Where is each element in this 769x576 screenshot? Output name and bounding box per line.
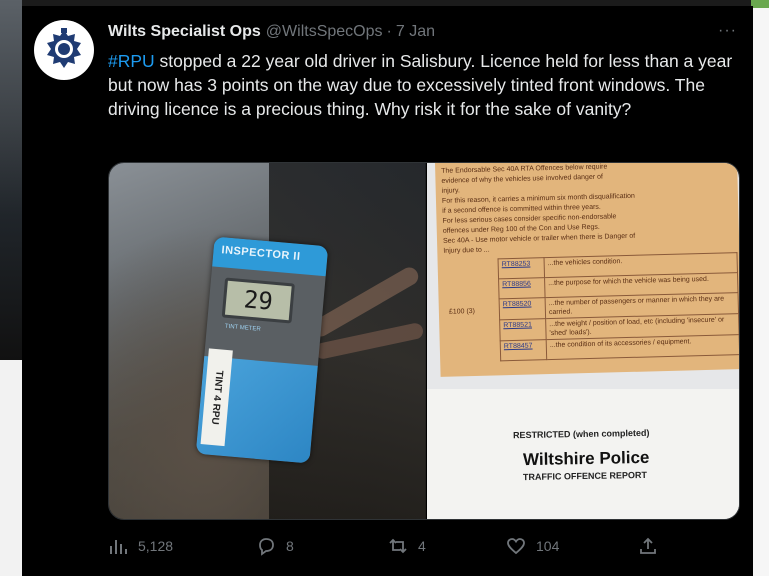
offence-form-photo[interactable]: The Endorsable Sec 40A RTA Offences belo…: [427, 163, 739, 519]
offence-code: RT88253: [498, 257, 545, 279]
analytics-icon: [110, 540, 127, 554]
background-green-fragment: [751, 0, 769, 8]
tweet-header: Wilts Specialist Ops @WiltsSpecOps · 7 J…: [108, 23, 738, 45]
tint-meter-device: INSPECTOR II 29 TINT METER TINT 4 RPU: [195, 236, 329, 464]
restricted-label: RESTRICTED (when completed): [512, 427, 650, 441]
background-page-fragment: [0, 360, 22, 576]
tweet-body: stopped a 22 year old driver in Salisbur…: [108, 51, 733, 119]
avatar[interactable]: [34, 20, 94, 80]
more-options-icon[interactable]: ···: [718, 22, 737, 40]
offence-desc: ...the condition of its accessories / eq…: [546, 334, 739, 360]
background-page-right-fragment: [751, 8, 769, 576]
media-grid[interactable]: INSPECTOR II 29 TINT METER TINT 4 RPU Th…: [108, 162, 740, 520]
views-button[interactable]: 5,128: [108, 536, 173, 556]
meter-label-text: TINT 4 RPU: [208, 369, 225, 425]
traffic-report-sheet: RESTRICTED (when completed) Wiltshire Po…: [427, 389, 739, 519]
tweet-actions: 5,128 8 4 104: [108, 536, 656, 560]
police-title: Wiltshire Police: [522, 447, 650, 470]
tweet-text: #RPU stopped a 22 year old driver in Sal…: [108, 49, 748, 121]
police-crest-icon: [47, 28, 81, 68]
like-count: 104: [536, 538, 560, 554]
tint-meter-photo[interactable]: INSPECTOR II 29 TINT METER TINT 4 RPU: [109, 163, 426, 519]
offence-code: RT88457: [500, 339, 547, 361]
tweet-card[interactable]: Wilts Specialist Ops @WiltsSpecOps · 7 J…: [22, 6, 753, 576]
tweet-date[interactable]: 7 Jan: [396, 23, 435, 41]
report-title: TRAFFIC OFFENCE REPORT: [522, 469, 648, 483]
retweet-button[interactable]: 4: [388, 536, 426, 556]
hashtag-link[interactable]: #RPU: [108, 51, 155, 71]
meter-display: 29: [221, 277, 295, 324]
offence-code: RT88521: [499, 318, 547, 341]
reply-count: 8: [286, 538, 294, 554]
retweet-icon: [389, 538, 407, 554]
offence-code: RT88856: [498, 277, 546, 299]
heart-icon: [507, 538, 525, 555]
user-handle[interactable]: @WiltsSpecOps: [266, 23, 383, 41]
background-photo-fragment: [0, 0, 22, 360]
reply-button[interactable]: 8: [256, 536, 294, 556]
offence-code: RT88520: [499, 297, 546, 320]
retweet-count: 4: [418, 538, 426, 554]
reply-icon: [259, 538, 274, 556]
share-icon: [640, 537, 656, 554]
share-button[interactable]: [638, 536, 668, 556]
fine-amount: £100 (3): [448, 308, 476, 316]
offence-table: RT88253 ...the vehicles condition. RT8885…: [498, 252, 739, 361]
offence-guidance-sheet: The Endorsable Sec 40A RTA Offences belo…: [435, 163, 739, 377]
views-count: 5,128: [138, 538, 174, 554]
meter-subtitle: TINT METER: [224, 323, 261, 333]
separator: ·: [386, 23, 392, 40]
like-button[interactable]: 104: [506, 536, 559, 556]
display-name[interactable]: Wilts Specialist Ops: [108, 23, 261, 41]
